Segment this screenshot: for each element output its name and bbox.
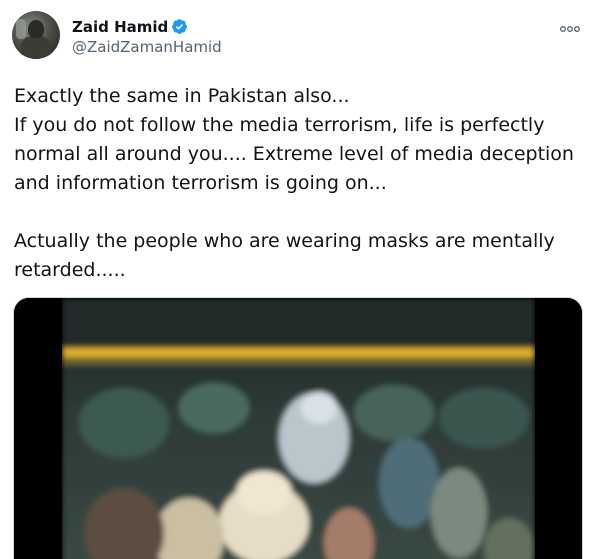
verified-badge-icon [172, 19, 188, 34]
tweet-text: Exactly the same in Pakistan also... If … [14, 82, 589, 285]
tweet-text-line: Actually the people who are wearing mask… [14, 230, 555, 281]
tweet-header: Zaid Hamid @ZaidZamanHamid [12, 10, 589, 60]
tweet-text-line: Exactly the same in Pakistan also... [14, 85, 350, 107]
video-frame [14, 298, 582, 559]
tweet[interactable]: Zaid Hamid @ZaidZamanHamid Exactly the s… [0, 0, 601, 559]
author-handle[interactable]: @ZaidZamanHamid [72, 37, 222, 57]
author-names: Zaid Hamid @ZaidZamanHamid [72, 16, 222, 57]
tweet-text-line: If you do not follow the media terrorism… [14, 114, 574, 194]
video-player[interactable] [13, 297, 583, 559]
more-horizontal-icon[interactable] [559, 22, 581, 36]
avatar[interactable] [12, 11, 60, 59]
author-display-name[interactable]: Zaid Hamid [72, 18, 168, 36]
